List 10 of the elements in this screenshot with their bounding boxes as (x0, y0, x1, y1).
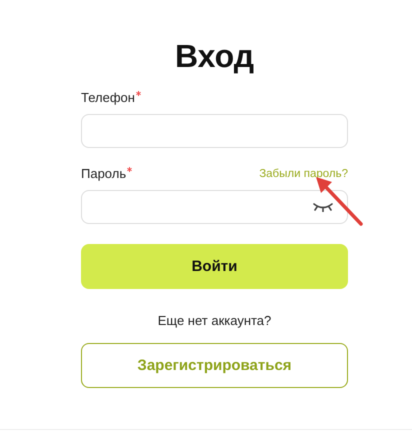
closed-eye-icon[interactable] (313, 202, 333, 212)
field-label: Телефон (81, 90, 135, 106)
login-button[interactable]: Войти (81, 244, 348, 289)
signup-prompt: Еще нет аккаунта? (156, 313, 272, 329)
page-title: Вход (174, 37, 256, 76)
register-button[interactable]: Зарегистрироваться (81, 343, 348, 388)
password-field[interactable] (81, 190, 348, 224)
forgot-password-link[interactable]: Забыли пароль? (259, 166, 348, 182)
field-label: Пароль (81, 166, 126, 182)
phone-field[interactable] (81, 114, 348, 148)
